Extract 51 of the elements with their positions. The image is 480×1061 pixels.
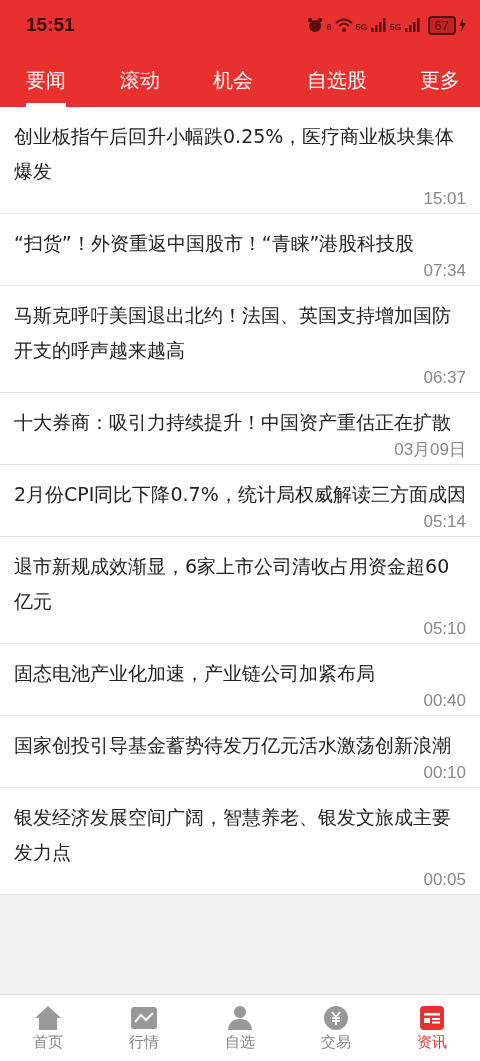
news-item[interactable]: 固态电池产业化加速，产业链公司加紧布局 00:40 xyxy=(0,644,480,716)
news-time: 05:10 xyxy=(423,619,466,639)
news-item[interactable]: 银发经济发展空间广阔，智慧养老、银发文旅成主要发力点 00:05 xyxy=(0,788,480,895)
news-title[interactable]: 退市新规成效渐显，6家上市公司清收占用资金超60亿元 xyxy=(14,549,466,619)
network-label: 5G xyxy=(355,21,368,32)
person-icon xyxy=(226,1004,254,1031)
battery-level: 67 xyxy=(427,15,456,35)
news-title[interactable]: 2月份CPI同比下降0.7%，统计局权威解读三方面成因 xyxy=(14,477,466,512)
news-tab[interactable]: 机会 xyxy=(213,50,253,107)
wifi-icon xyxy=(334,18,353,32)
home-icon xyxy=(34,1004,62,1031)
news-time: 00:05 xyxy=(423,870,466,890)
news-title[interactable]: 十大券商：吸引力持续提升！中国资产重估正在扩散 xyxy=(14,405,466,440)
news-title[interactable]: 创业板指午后回升小幅跌0.25%，医疗商业板块集体爆发 xyxy=(14,119,466,189)
news-time: 15:01 xyxy=(423,189,466,209)
news-title[interactable]: 马斯克呼吁美国退出北约！法国、英国支持增加国防开支的呼声越来越高 xyxy=(14,298,466,368)
charging-icon xyxy=(459,18,466,32)
network-label: 5G xyxy=(389,21,402,32)
news-item[interactable]: 退市新规成效渐显，6家上市公司清收占用资金超60亿元 05:10 xyxy=(0,537,480,644)
nav-tab[interactable]: 交易 xyxy=(296,995,376,1061)
news-item[interactable]: 马斯克呼吁美国退出北约！法国、英国支持增加国防开支的呼声越来越高 06:37 xyxy=(0,286,480,393)
news-time: 03月09日 xyxy=(394,440,466,460)
chart-icon xyxy=(130,1004,158,1031)
news-time: 06:37 xyxy=(423,368,466,388)
signal-icon xyxy=(404,18,421,32)
news-title[interactable]: 国家创投引导基金蓄势待发万亿元活水激荡创新浪潮 xyxy=(14,728,466,763)
news-tab[interactable]: 自选股 xyxy=(306,50,367,107)
status-time: 15:51 xyxy=(26,14,75,36)
news-tab[interactable]: 滚动 xyxy=(119,50,160,107)
alarm-icon xyxy=(307,17,324,33)
news-item[interactable]: “扫货”！外资重返中国股市！“青睐”港股科技股 07:34 xyxy=(0,214,480,286)
news-time: 07:34 xyxy=(423,261,466,281)
news-item[interactable]: 十大券商：吸引力持续提升！中国资产重估正在扩散 03月09日 xyxy=(0,393,480,465)
news-time: 05:14 xyxy=(423,512,466,532)
nav-tab[interactable]: 自选 xyxy=(200,995,280,1061)
news-time: 00:10 xyxy=(423,763,466,783)
news-item[interactable]: 2月份CPI同比下降0.7%，统计局权威解读三方面成因 05:14 xyxy=(0,465,480,537)
news-tab[interactable]: 更多 xyxy=(420,50,460,107)
nav-tab[interactable]: 行情 xyxy=(104,995,184,1061)
news-title[interactable]: 银发经济发展空间广阔，智慧养老、银发文旅成主要发力点 xyxy=(14,800,466,870)
news-icon xyxy=(418,1004,446,1031)
nav-tab[interactable]: 首页 xyxy=(8,995,88,1061)
coin-icon xyxy=(322,1004,350,1031)
signal-icon xyxy=(370,18,387,32)
wifi-label: 6 xyxy=(326,21,332,32)
news-title[interactable]: “扫货”！外资重返中国股市！“青睐”港股科技股 xyxy=(14,226,466,261)
news-title[interactable]: 固态电池产业化加速，产业链公司加紧布局 xyxy=(14,656,466,691)
news-item[interactable]: 国家创投引导基金蓄势待发万亿元活水激荡创新浪潮 00:10 xyxy=(0,716,480,788)
news-time: 00:40 xyxy=(423,691,466,711)
nav-tab[interactable]: 资讯 xyxy=(392,995,472,1061)
news-item[interactable]: 创业板指午后回升小幅跌0.25%，医疗商业板块集体爆发 15:01 xyxy=(0,107,480,214)
